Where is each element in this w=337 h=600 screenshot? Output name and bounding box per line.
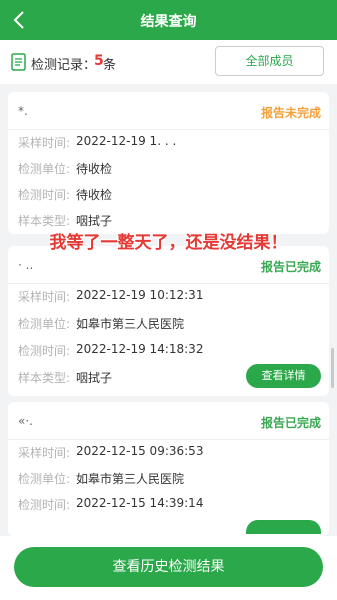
field-value: 如皋市第三人民医院 [76,472,185,486]
field-value: 如皋市第三人民医院 [76,317,185,331]
top-bar: 结果查询 [0,0,337,40]
bottom-bar: 查看历史检测结果 [0,536,337,600]
field-label: 检测时间: [18,344,71,358]
record-label: 检测记录： [31,58,97,73]
field-label: 样本类型: [18,214,71,228]
view-details-button[interactable]: 查看详情 [246,364,321,388]
result-card[interactable]: · .. 报告已完成 采样时间: 2022-12-19 10:12:31 检测单… [8,246,329,396]
field-label: 检测时间: [18,188,71,202]
view-history-button[interactable]: 查看历史检测结果 [14,547,323,587]
field-value: 待收检 [76,162,113,176]
field-label: 检测时间: [18,498,71,512]
person-name: «·. [18,414,33,428]
field-value: 2022-12-19 1. . . [76,134,177,148]
status-badge: 报告已完成 [260,416,321,430]
field-label: 采样时间: [18,446,71,460]
person-name: *. [18,104,28,118]
record-unit: 条 [103,58,117,73]
field-value: 2022-12-19 14:18:32 [76,342,204,356]
scrollbar[interactable] [331,348,334,388]
field-value: 咽拭子 [76,214,113,228]
status-badge: 报告未完成 [260,106,321,120]
overlay-caption: 我等了一整天了，还是没结果！ [49,233,288,253]
field-label: 检测单位: [18,317,71,331]
divider [8,283,329,284]
result-card[interactable]: *. 报告未完成 采样时间: 2022-12-19 1. . . 检测单位: 待… [8,92,329,234]
result-card[interactable]: «·. 报告已完成 采样时间: 2022-12-15 09:36:53 检测单位… [8,402,329,536]
view-details-button[interactable] [246,520,321,534]
divider [8,439,329,440]
field-label: 检测单位: [18,472,71,486]
all-members-button[interactable]: 全部成员 [215,46,324,76]
field-value: 咽拭子 [76,371,113,385]
field-value: 2022-12-15 09:36:53 [76,444,204,458]
page-title: 结果查询 [140,14,197,30]
field-label: 样本类型: [18,371,71,385]
divider [8,129,329,130]
status-badge: 报告已完成 [260,260,321,274]
field-value: 2022-12-19 10:12:31 [76,288,204,302]
person-name: · .. [18,258,34,272]
field-value: 待收检 [76,188,113,202]
field-label: 采样时间: [18,136,71,150]
field-label: 检测单位: [18,162,71,176]
document-icon [11,53,27,71]
field-label: 采样时间: [18,290,71,304]
field-value: 2022-12-15 14:39:14 [76,496,204,510]
record-summary: 检测记录： 5 条 全部成员 [0,40,337,84]
